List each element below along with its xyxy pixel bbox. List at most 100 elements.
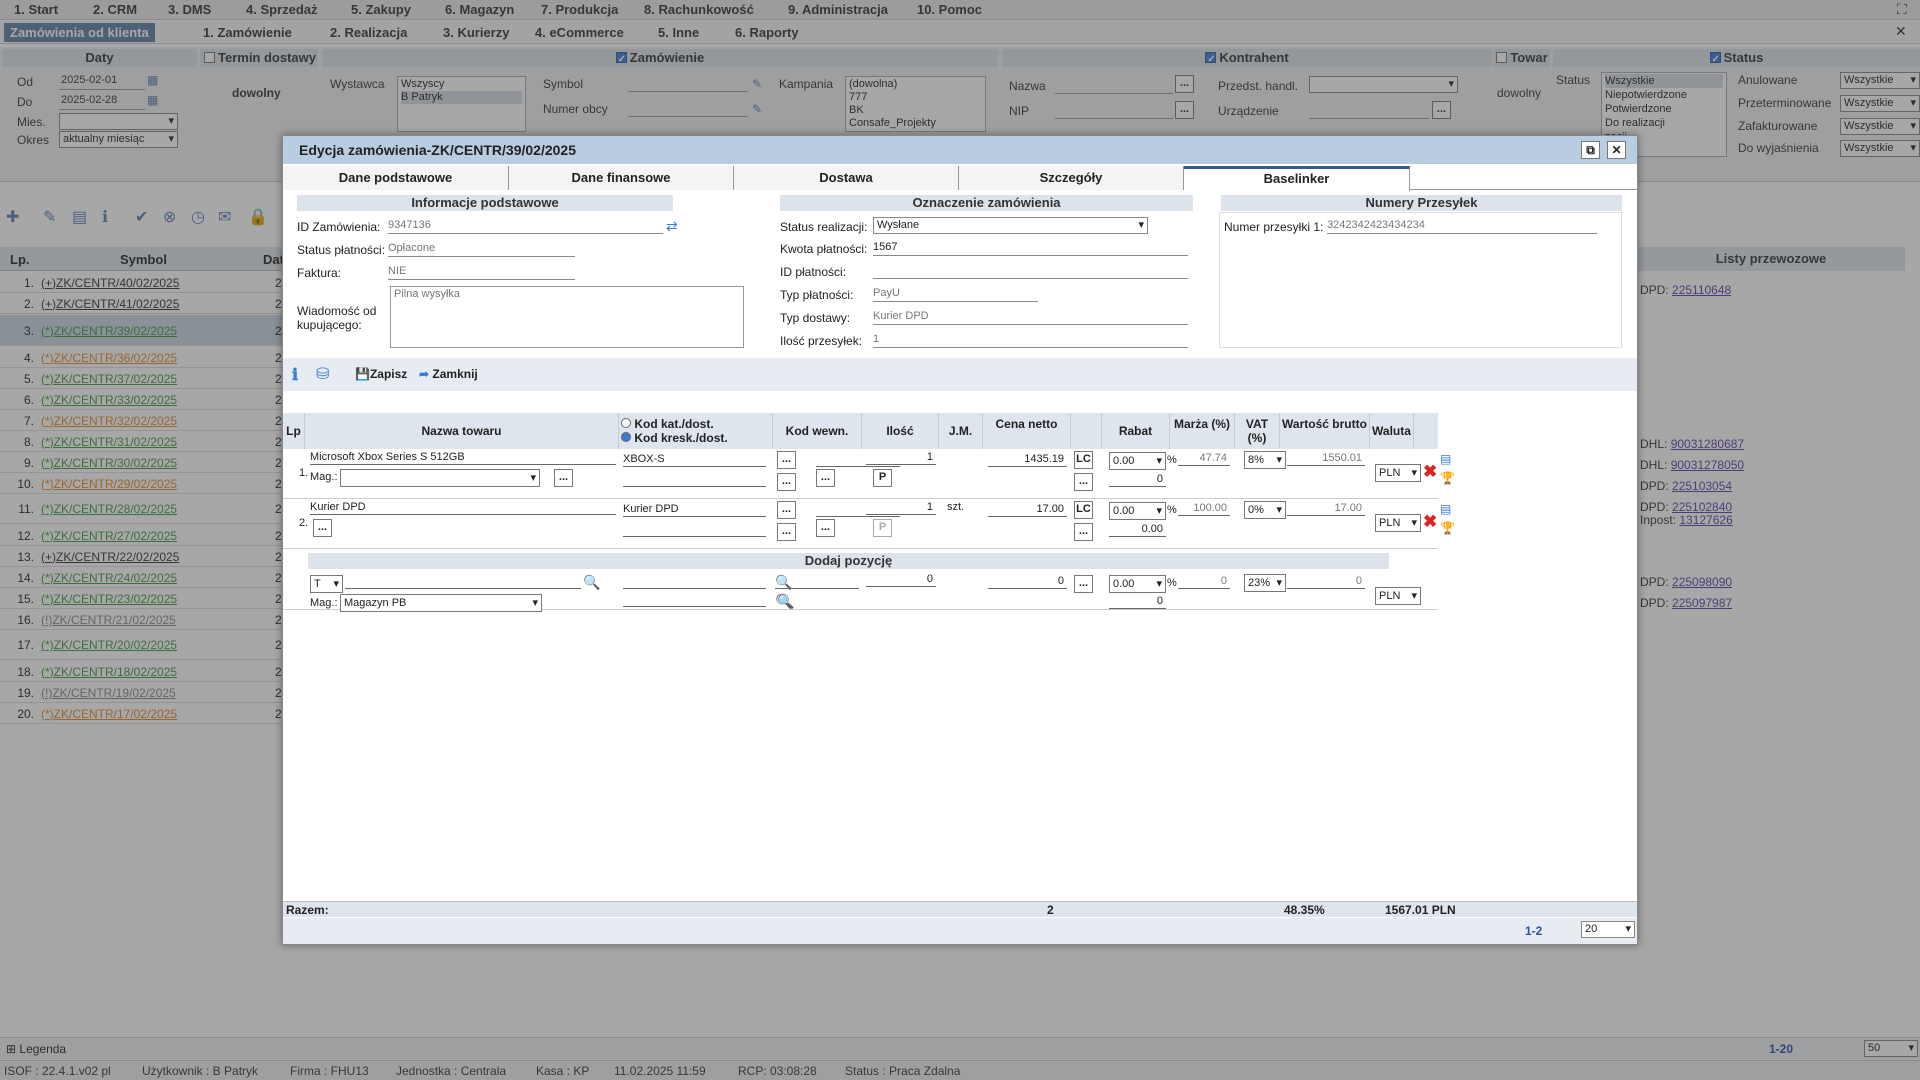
id-platnosci-input[interactable] — [873, 264, 1188, 279]
vat-select[interactable]: 8% — [1244, 451, 1286, 469]
wiadomosc-textarea[interactable]: Pilna wysyłka — [390, 286, 744, 348]
position-code-input[interactable]: Kurier DPD — [623, 503, 766, 517]
new-marza-value: 0 — [1178, 575, 1230, 589]
wiadomosc-label: Wiadomość od kupującego: — [297, 304, 377, 332]
position-name-input[interactable]: Microsoft Xbox Series S 512GB — [310, 451, 616, 465]
magazyn-select[interactable]: Magazyn PB — [340, 594, 542, 612]
status-realizacji-label: Status realizacji: — [780, 220, 868, 234]
p-button[interactable]: P — [873, 469, 892, 487]
cena-more-button[interactable]: ... — [1074, 523, 1093, 541]
tab-dane-finansowe[interactable]: Dane finansowe — [509, 166, 734, 190]
type-select[interactable]: T — [310, 575, 343, 593]
cena-more-button[interactable]: ... — [1074, 473, 1093, 491]
col-lp: Lp — [283, 413, 305, 449]
rabat-select[interactable]: 0.00 — [1109, 452, 1166, 470]
new-rabat-select[interactable]: 0.00 — [1109, 575, 1166, 593]
typ-dostawy-value: Kurier DPD — [873, 310, 1188, 325]
razem-total: 1567.01 PLN — [1385, 903, 1456, 917]
kod-wewn-more-button[interactable]: ... — [816, 469, 835, 487]
delete-icon[interactable]: ✖ — [1423, 462, 1437, 482]
save-button[interactable]: 💾Zapisz — [355, 367, 407, 381]
position-code2-input[interactable] — [623, 523, 766, 537]
search-icon[interactable]: 🔍 — [777, 593, 794, 610]
close-icon[interactable]: ✕ — [1607, 141, 1626, 159]
dialog-summary-row: Razem: 2 48.35% 1567.01 PLN — [283, 901, 1637, 917]
close-button[interactable]: ➦ Zamknij — [419, 367, 478, 381]
code2-more-button[interactable]: ... — [777, 473, 796, 491]
ilosc-przesylek-value: 1 — [873, 333, 1188, 348]
link-icon[interactable]: ⇄ — [666, 218, 678, 235]
position-more-button[interactable]: ... — [313, 519, 332, 537]
delete-icon[interactable]: ✖ — [1423, 512, 1437, 532]
tab-dostawa[interactable]: Dostawa — [734, 166, 959, 190]
rabat-select[interactable]: 0.00 — [1109, 502, 1166, 520]
position-name-input[interactable]: Kurier DPD — [310, 501, 616, 515]
rabat-value[interactable]: 0 — [1109, 473, 1166, 487]
radio-kod-kresk[interactable]: Kod kresk./dost. — [621, 431, 772, 445]
kod-wewn-more-button[interactable]: ... — [816, 519, 835, 537]
new-ilosc-input[interactable]: 0 — [866, 573, 936, 587]
radio-kod-kat[interactable]: Kod kat./dost. — [621, 417, 772, 431]
trophy-icon[interactable]: 🏆 — [1440, 471, 1455, 485]
position-ilosc-input[interactable]: 1 — [866, 451, 936, 465]
new-code-input[interactable] — [623, 575, 766, 589]
new-cena-input[interactable]: 0 — [988, 575, 1067, 589]
typ-platnosci-label: Typ płatności: — [780, 288, 854, 302]
search-icon[interactable]: 🔍 — [583, 574, 600, 591]
col-cena[interactable]: Cena netto — [983, 413, 1071, 449]
p-button[interactable]: P — [873, 519, 892, 537]
position-code2-input[interactable] — [623, 473, 766, 487]
wartosc-value: 1550.01 — [1287, 452, 1365, 466]
code-more-button[interactable]: ... — [777, 501, 796, 519]
new-vat-select[interactable]: 23% — [1244, 574, 1286, 592]
position-code-input[interactable]: XBOX-S — [623, 453, 766, 467]
waluta-select[interactable]: PLN — [1375, 514, 1421, 532]
vat-select[interactable]: 0% — [1244, 501, 1286, 519]
tab-szczegoly[interactable]: Szczegóły — [959, 166, 1184, 190]
document-icon[interactable]: ▤ — [1440, 502, 1451, 516]
new-kod-wewn-input[interactable] — [775, 575, 859, 589]
code-more-button[interactable]: ... — [777, 451, 796, 469]
faktura-label: Faktura: — [297, 266, 342, 280]
lc-button[interactable]: LC — [1074, 501, 1093, 519]
document-icon[interactable]: ▤ — [1440, 452, 1451, 466]
new-code2-input[interactable] — [623, 593, 766, 607]
mag-label: Mag.: — [310, 471, 338, 483]
info-icon[interactable]: ℹ — [292, 365, 298, 385]
magazyn-select[interactable] — [340, 469, 540, 487]
tab-baselinker[interactable]: Baselinker — [1184, 166, 1410, 191]
position-cena-input[interactable]: 17.00 — [988, 503, 1067, 517]
dialog-pagination[interactable]: 1-2 — [1525, 924, 1542, 938]
new-rabat-value[interactable]: 0 — [1109, 595, 1166, 609]
position-ilosc-input[interactable]: 1 — [866, 501, 936, 515]
code2-more-button[interactable]: ... — [777, 523, 796, 541]
dialog-per-page-select[interactable]: 20 — [1581, 921, 1635, 938]
marza-value: 47.74 — [1178, 452, 1230, 466]
typ-dostawy-label: Typ dostawy: — [780, 311, 851, 325]
new-name-input[interactable] — [345, 575, 581, 589]
new-waluta-select[interactable]: PLN — [1375, 587, 1421, 605]
magazyn-more-button[interactable]: ... — [554, 469, 573, 487]
info-section-header: Informacje podstawowe — [297, 195, 673, 211]
col-marza[interactable]: Marża (%) — [1170, 413, 1235, 449]
col-ilosc[interactable]: Ilość — [862, 413, 939, 449]
col-rabat[interactable]: Rabat — [1102, 413, 1170, 449]
przesylki-scroll-area[interactable]: Numer przesyłki 1: 3242342423434234 — [1219, 212, 1622, 348]
trophy-icon[interactable]: 🏆 — [1440, 521, 1455, 535]
dialog-tabs: Dane podstawowe Dane finansowe Dostawa S… — [283, 166, 1637, 191]
database-icon[interactable]: ⛁ — [316, 364, 329, 384]
status-realizacji-select[interactable]: Wysłane — [873, 217, 1148, 234]
kwota-input[interactable]: 1567 — [873, 241, 1188, 256]
position-row: 1. Microsoft Xbox Series S 512GB Mag.: .… — [283, 449, 1455, 499]
position-cena-input[interactable]: 1435.19 — [988, 453, 1067, 467]
new-cena-more-button[interactable]: ... — [1074, 575, 1093, 593]
id-label: ID Zamówienia: — [297, 220, 381, 234]
popout-icon[interactable]: ⧉ — [1581, 141, 1600, 159]
status-platnosci-value: Opłacone — [388, 242, 575, 257]
dialog-title: Edycja zamówienia-ZK/CENTR/39/02/2025 — [283, 136, 1637, 164]
rabat-value[interactable]: 0.00 — [1109, 523, 1166, 537]
lc-button[interactable]: LC — [1074, 451, 1093, 469]
col-vat[interactable]: VAT (%) — [1235, 413, 1280, 449]
waluta-select[interactable]: PLN — [1375, 464, 1421, 482]
tab-dane-podstawowe[interactable]: Dane podstawowe — [283, 166, 509, 190]
